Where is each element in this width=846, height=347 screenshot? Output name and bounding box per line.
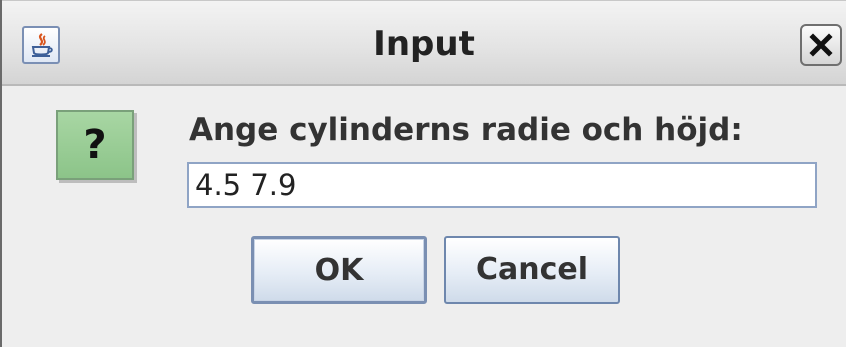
input-field[interactable]: [187, 162, 817, 208]
close-button[interactable]: [800, 24, 842, 66]
dialog-content: ? Ange cylinderns radie och höjd: OK Can…: [2, 86, 846, 347]
cancel-button[interactable]: Cancel: [444, 236, 620, 304]
ok-button[interactable]: OK: [251, 236, 427, 304]
question-icon: ?: [56, 110, 134, 180]
prompt-label: Ange cylinderns radie och höjd:: [189, 112, 743, 148]
title-bar[interactable]: Input: [2, 0, 846, 86]
window-title: Input: [373, 24, 475, 64]
close-icon: [809, 33, 833, 57]
input-dialog: Input ? Ange cylinderns radie och höjd: …: [0, 0, 846, 347]
